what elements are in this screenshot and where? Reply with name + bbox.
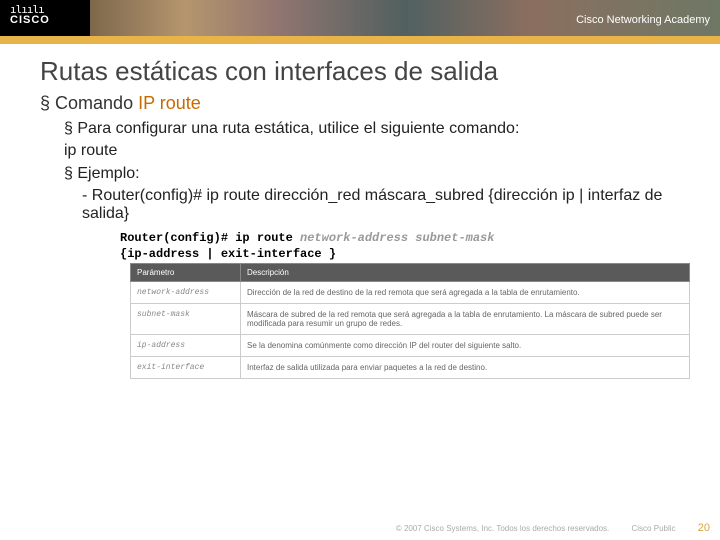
code-prompt: Router(config)# ip route	[120, 231, 300, 245]
slide-title: Rutas estáticas con interfaces de salida	[40, 56, 700, 87]
body-line-1b: ip route	[64, 140, 700, 162]
bullet-icon: §	[64, 165, 73, 182]
header-accent-bar	[0, 36, 720, 44]
col-parameter: Parámetro	[131, 263, 241, 281]
code-line-2: {ip-address | exit-interface }	[120, 247, 700, 261]
param-name: ip-address	[131, 334, 241, 356]
param-name: subnet-mask	[131, 303, 241, 334]
section-bullet: §	[40, 93, 50, 113]
code-line-1: Router(config)# ip route network-address…	[120, 231, 700, 245]
page-number: 20	[698, 522, 710, 534]
param-name: exit-interface	[131, 356, 241, 378]
slide-footer: © 2007 Cisco Systems, Inc. Todos los der…	[0, 522, 710, 534]
copyright: © 2007 Cisco Systems, Inc. Todos los der…	[396, 524, 609, 533]
parameter-table: Parámetro Descripción network-address Di…	[130, 263, 690, 379]
param-desc: Se la denomina comúnmente como dirección…	[241, 334, 690, 356]
classification: Cisco Public	[632, 524, 676, 533]
col-description: Descripción	[241, 263, 690, 281]
logo-text: CISCO	[10, 15, 50, 26]
param-desc: Máscara de subred de la red remota que s…	[241, 303, 690, 334]
code-args-1: network-address subnet-mask	[300, 231, 494, 245]
slide-content: Rutas estáticas con interfaces de salida…	[0, 44, 720, 379]
body-text-2: Ejemplo:	[73, 165, 140, 182]
command-example: - Router(config)# ip route dirección_red…	[82, 187, 700, 223]
param-name: network-address	[131, 281, 241, 303]
body-line-2: § Ejemplo:	[64, 163, 700, 185]
table-row: network-address Dirección de la red de d…	[131, 281, 690, 303]
table-row: subnet-mask Máscara de subred de la red …	[131, 303, 690, 334]
table-row: exit-interface Interfaz de salida utiliz…	[131, 356, 690, 378]
param-desc: Interfaz de salida utilizada para enviar…	[241, 356, 690, 378]
academy-label: Cisco Networking Academy	[576, 14, 710, 26]
section-prefix: Comando	[55, 93, 138, 113]
bullet-icon: §	[64, 120, 73, 137]
slide-header: ılıılı CISCO Cisco Networking Academy	[0, 0, 720, 44]
body-line-1: § Para configurar una ruta estática, uti…	[64, 118, 700, 140]
section-highlight: IP route	[138, 93, 201, 113]
table-header-row: Parámetro Descripción	[131, 263, 690, 281]
body-text-1: Para configurar una ruta estática, utili…	[73, 120, 519, 137]
section-heading: § Comando IP route	[40, 93, 700, 114]
table-row: ip-address Se la denomina comúnmente com…	[131, 334, 690, 356]
param-desc: Dirección de la red de destino de la red…	[241, 281, 690, 303]
cisco-logo: ılıılı CISCO	[10, 4, 50, 26]
